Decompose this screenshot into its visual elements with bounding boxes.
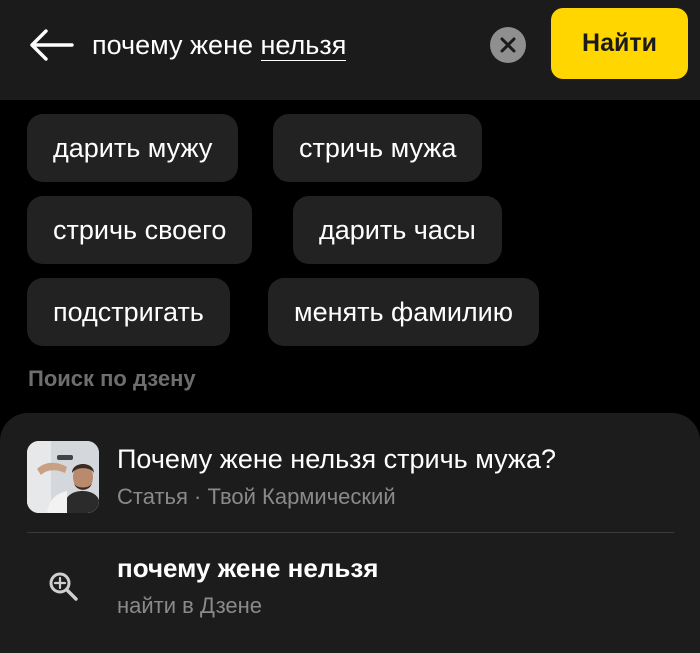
result-thumbnail [27, 441, 99, 513]
section-title: Поиск по дзену [28, 366, 196, 391]
suggestion-chip[interactable]: дарить мужу [27, 114, 239, 182]
result-subtitle: Статья · Твой Кармический [117, 484, 396, 509]
suggestion-chip[interactable]: подстригать [27, 278, 230, 346]
query-text: почему жене [92, 30, 261, 60]
back-button[interactable] [24, 24, 78, 66]
suggestion-chip[interactable]: стричь своего [27, 196, 253, 264]
search-in-dzen-item[interactable] [0, 533, 700, 638]
find-button[interactable]: Найти [551, 8, 688, 79]
suggestion-chip[interactable]: менять фамилию [268, 278, 540, 346]
arrow-left-icon [30, 29, 74, 61]
search-in-dzen-title: почему жене нельзя [117, 553, 379, 583]
close-icon [500, 37, 516, 53]
clear-button[interactable] [490, 27, 526, 63]
search-icon [49, 572, 78, 601]
search-input[interactable]: почему жене нельзя [92, 26, 347, 64]
suggestion-chip[interactable]: дарить часы [293, 196, 502, 264]
suggestion-chip[interactable]: стричь мужа [273, 114, 483, 182]
search-header: почему жене нельзя Найти [0, 0, 700, 100]
query-highlighted-word: нельзя [260, 30, 347, 61]
search-in-dzen-subtitle: найти в Дзене [117, 593, 263, 618]
result-title: Почему жене нельзя стричь мужа? [117, 444, 557, 474]
